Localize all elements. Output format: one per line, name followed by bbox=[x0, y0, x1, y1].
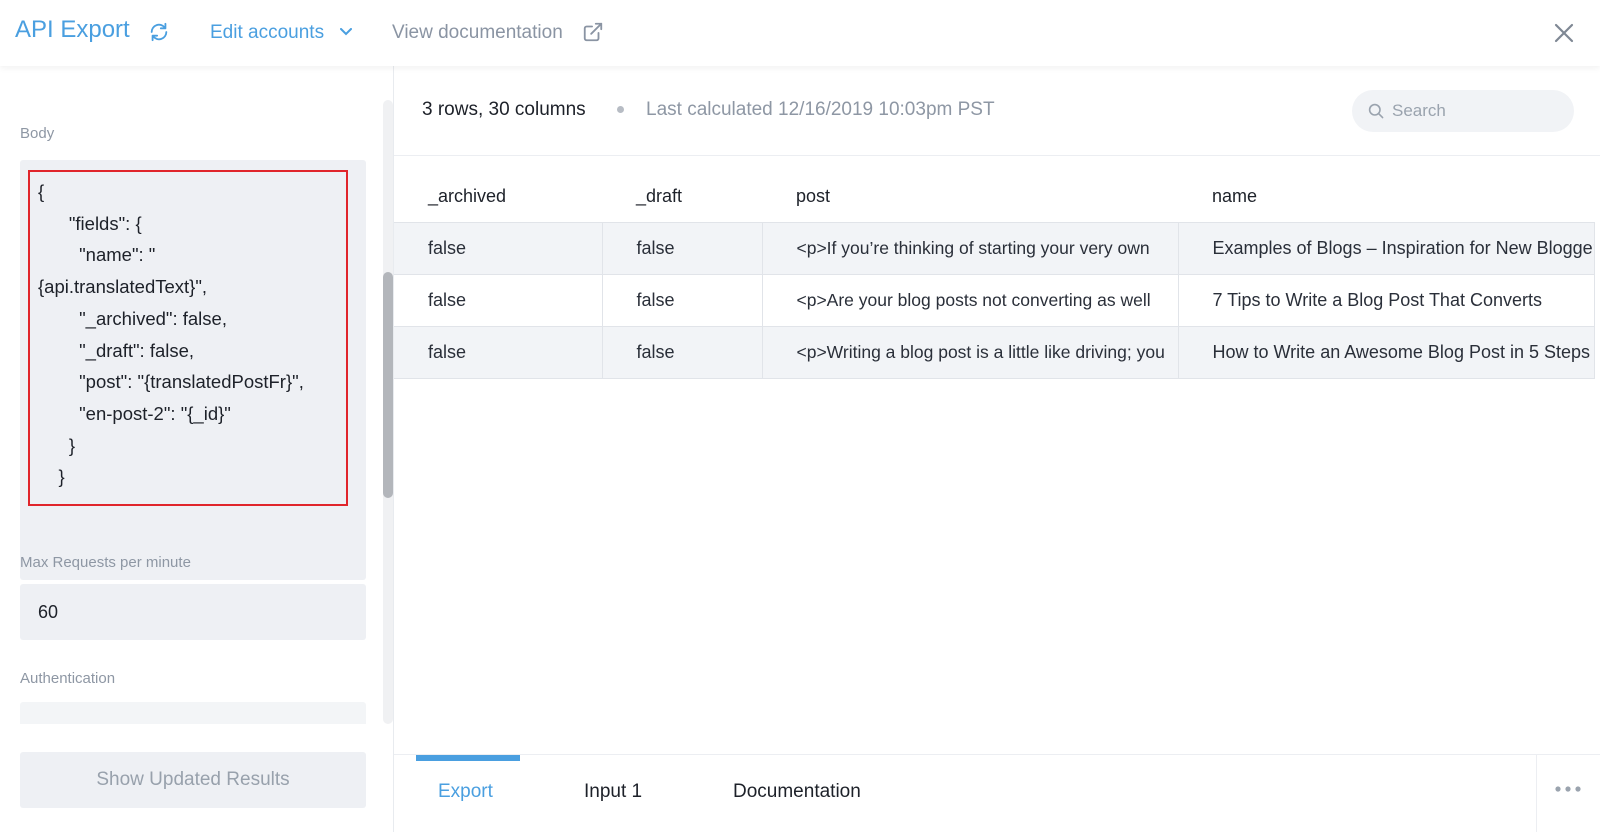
table-row[interactable]: false false <p>If you’re thinking of sta… bbox=[394, 222, 1595, 275]
tab-label: Input 1 bbox=[584, 781, 643, 802]
max-requests-input[interactable]: 60 bbox=[20, 584, 366, 640]
external-link-icon[interactable] bbox=[582, 21, 604, 43]
search-box[interactable] bbox=[1352, 90, 1574, 132]
rows-columns-summary: 3 rows, 30 columns bbox=[422, 99, 586, 120]
code-line: "_draft": false, bbox=[38, 339, 195, 361]
tab-label: Export bbox=[438, 781, 493, 802]
code-line: } bbox=[38, 434, 76, 456]
table-cell: false bbox=[394, 222, 603, 275]
results-panel: 3 rows, 30 columns Last calculated 12/16… bbox=[394, 66, 1600, 832]
code-line: { bbox=[38, 181, 45, 202]
column-header[interactable]: post bbox=[762, 172, 1178, 223]
edit-accounts-dropdown[interactable]: Edit accounts bbox=[210, 22, 324, 44]
code-line: "name": " bbox=[38, 244, 156, 266]
table-cell: Examples of Blogs – Inspiration for New … bbox=[1178, 222, 1595, 275]
code-line: "_archived": false, bbox=[38, 307, 227, 329]
code-line: "post": "{translatedPostFr}", bbox=[38, 371, 304, 393]
header: API Export Edit accounts View documentat… bbox=[0, 0, 1600, 66]
more-divider bbox=[1536, 755, 1537, 832]
more-icon[interactable] bbox=[1554, 785, 1582, 793]
table-row[interactable]: false false <p>Are your blog posts not c… bbox=[394, 274, 1595, 327]
table-cell: false bbox=[602, 326, 763, 379]
code-line: "fields": { bbox=[38, 212, 142, 234]
table-cell: <p>Are your blog posts not converting as… bbox=[762, 274, 1179, 327]
table-cell: false bbox=[394, 274, 603, 327]
show-updated-results-button[interactable]: Show Updated Results bbox=[20, 752, 366, 808]
code-line: "en-post-2": "{_id}" bbox=[38, 402, 231, 424]
chevron-down-icon[interactable] bbox=[340, 28, 352, 36]
tab-label: Documentation bbox=[733, 781, 861, 802]
code-line: {api.translatedText}", bbox=[38, 276, 208, 298]
body-code-highlight[interactable]: { "fields": { "name": " {api.translatedT… bbox=[28, 170, 348, 506]
table-header-row: _archived _draft post name bbox=[394, 172, 1594, 223]
authentication-label: Authentication bbox=[20, 670, 116, 687]
close-icon[interactable] bbox=[1553, 22, 1575, 44]
toolbar-divider bbox=[394, 155, 1600, 156]
table-cell: <p>Writing a blog post is a little like … bbox=[762, 326, 1179, 379]
code-line: } bbox=[38, 466, 65, 488]
search-icon bbox=[1368, 103, 1384, 119]
search-input[interactable] bbox=[1392, 90, 1564, 132]
column-header[interactable]: _draft bbox=[602, 172, 762, 223]
body-label: Body bbox=[20, 125, 55, 142]
results-table: _archived _draft post name false false <… bbox=[394, 172, 1595, 379]
table-row[interactable]: false false <p>Writing a blog post is a … bbox=[394, 326, 1595, 379]
authentication-field[interactable] bbox=[20, 702, 366, 724]
table-cell: 7 Tips to Write a Blog Post That Convert… bbox=[1178, 274, 1595, 327]
table-cell: <p>If you’re thinking of starting your v… bbox=[762, 222, 1179, 275]
table-cell: false bbox=[394, 326, 603, 379]
bottom-tabs: Export Input 1 Documentation bbox=[394, 754, 1600, 832]
view-documentation-link[interactable]: View documentation bbox=[392, 22, 563, 44]
column-header[interactable]: _archived bbox=[394, 172, 602, 223]
app-title: API Export bbox=[15, 16, 130, 43]
refresh-icon[interactable] bbox=[148, 21, 170, 43]
table-cell: How to Write an Awesome Blog Post in 5 S… bbox=[1178, 326, 1595, 379]
table-cell: false bbox=[602, 222, 763, 275]
column-header[interactable]: name bbox=[1178, 172, 1594, 223]
settings-scrollbar-thumb[interactable] bbox=[383, 272, 393, 498]
table-cell: false bbox=[602, 274, 763, 327]
active-tab-indicator bbox=[416, 755, 520, 761]
separator-dot bbox=[617, 106, 624, 113]
last-calculated: Last calculated 12/16/2019 10:03pm PST bbox=[646, 99, 995, 120]
max-requests-label: Max Requests per minute bbox=[20, 554, 191, 571]
